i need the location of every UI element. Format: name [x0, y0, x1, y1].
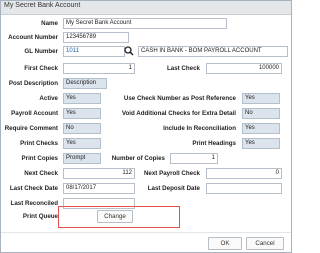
- last-check-date-label: Last Check Date: [9, 185, 58, 192]
- cancel-button[interactable]: Cancel: [246, 237, 284, 250]
- last-check-field[interactable]: 100000: [206, 63, 282, 74]
- first-check-label: First Check: [24, 65, 58, 72]
- next-check-label: Next Check: [24, 170, 58, 177]
- search-icon[interactable]: [124, 46, 134, 56]
- post-description-label: Post Description: [8, 80, 58, 87]
- include-reconciliation-label: Include In Reconciliation: [163, 125, 236, 132]
- print-checks-label: Print Checks: [20, 140, 58, 147]
- post-description-dropdown[interactable]: Description: [63, 78, 107, 89]
- void-additional-dropdown[interactable]: No: [242, 108, 280, 119]
- require-comment-label: Require Comment: [4, 125, 58, 132]
- print-copies-dropdown[interactable]: Prompt: [63, 153, 101, 164]
- bank-account-dialog: My Secret Bank Account Name My Secret Ba…: [0, 0, 292, 253]
- first-check-field[interactable]: 1: [63, 63, 135, 74]
- account-number-label: Account Number: [8, 34, 58, 41]
- payroll-account-dropdown[interactable]: Yes: [63, 108, 101, 119]
- next-payroll-check-field[interactable]: 0: [206, 168, 282, 179]
- window-title: My Secret Bank Account: [4, 2, 81, 9]
- number-of-copies-field[interactable]: 1: [170, 153, 218, 164]
- last-deposit-date-label: Last Deposit Date: [147, 185, 200, 192]
- payroll-account-label: Payroll Account: [11, 110, 58, 117]
- account-number-field[interactable]: 123456789: [63, 32, 129, 43]
- print-queue-label: Print Queue: [22, 213, 58, 220]
- title-bar: My Secret Bank Account: [1, 1, 291, 15]
- active-dropdown[interactable]: Yes: [63, 93, 101, 104]
- next-check-field[interactable]: 112: [63, 168, 135, 179]
- use-check-number-dropdown[interactable]: Yes: [242, 93, 280, 104]
- next-payroll-check-label: Next Payroll Check: [143, 170, 200, 177]
- use-check-number-label: Use Check Number as Post Reference: [123, 95, 236, 102]
- include-reconciliation-dropdown[interactable]: Yes: [242, 123, 280, 134]
- print-headings-dropdown[interactable]: Yes: [242, 138, 280, 149]
- void-additional-label: Void Additional Checks for Extra Detail: [121, 110, 236, 117]
- name-field[interactable]: My Secret Bank Account: [63, 18, 227, 29]
- last-deposit-date-field[interactable]: [206, 183, 282, 194]
- gl-number-field[interactable]: 1011: [63, 46, 125, 57]
- ok-button[interactable]: OK: [208, 237, 242, 250]
- last-reconciled-label: Last Reconciled: [10, 200, 58, 207]
- print-headings-label: Print Headings: [192, 140, 236, 147]
- active-label: Active: [39, 95, 58, 102]
- change-button[interactable]: Change: [97, 210, 133, 223]
- number-of-copies-label: Number of Copies: [111, 155, 165, 162]
- require-comment-dropdown[interactable]: No: [63, 123, 101, 134]
- name-label: Name: [41, 20, 58, 27]
- print-copies-label: Print Copies: [21, 155, 58, 162]
- footer-divider: [1, 232, 291, 233]
- print-checks-dropdown[interactable]: Yes: [63, 138, 101, 149]
- gl-number-label: GL Number: [24, 48, 58, 55]
- gl-description-field: CASH IN BANK - BOM PAYROLL ACCOUNT: [138, 46, 288, 57]
- last-check-label: Last Check: [166, 65, 200, 72]
- last-check-date-field[interactable]: 08/17/2017: [63, 183, 135, 194]
